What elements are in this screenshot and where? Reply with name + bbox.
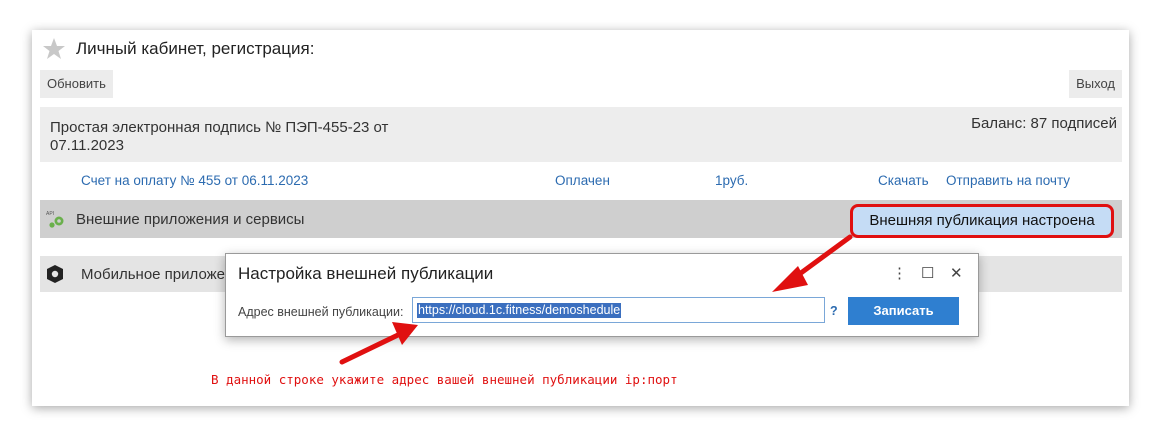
annotation-arrows [339,234,853,365]
arrow-to-input [339,322,418,365]
arrow-to-badge [772,234,853,292]
